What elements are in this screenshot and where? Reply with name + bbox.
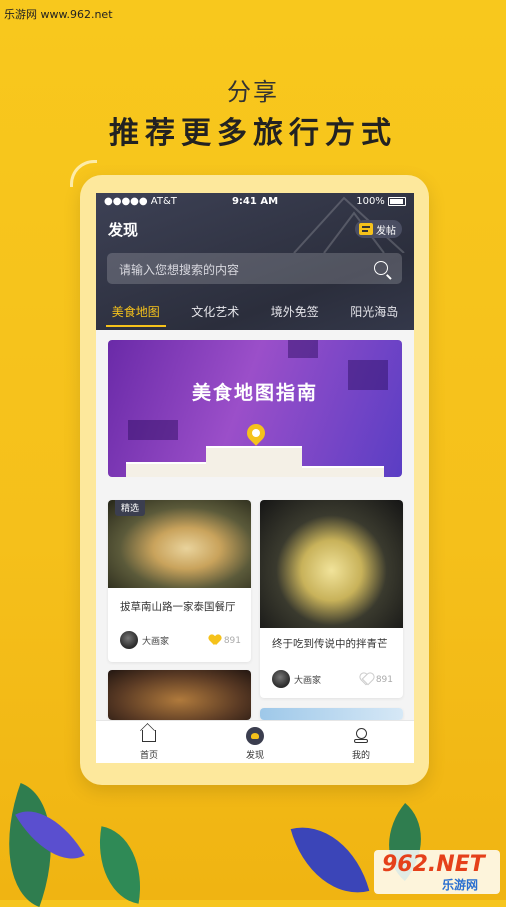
featured-badge: 精选 bbox=[115, 500, 146, 516]
profile-icon bbox=[354, 728, 368, 744]
tabbar-home[interactable]: 首页 bbox=[96, 721, 202, 763]
podium-center bbox=[206, 446, 302, 477]
tab-food-map[interactable]: 美食地图 bbox=[96, 303, 176, 329]
headline-big: 推荐更多旅行方式 bbox=[109, 116, 397, 151]
search-bar bbox=[107, 253, 402, 286]
heart-icon bbox=[361, 674, 373, 685]
bottom-tab-bar: 首页 发现 我的 bbox=[96, 720, 414, 763]
post-button[interactable]: 发帖 bbox=[355, 220, 402, 238]
tabbar-discover[interactable]: 发现 bbox=[202, 721, 308, 763]
battery-indicator: 100% bbox=[356, 196, 406, 207]
battery-icon bbox=[388, 196, 406, 206]
post-image bbox=[260, 708, 403, 720]
author-name: 大画家 bbox=[294, 675, 322, 686]
like-button[interactable]: 891 bbox=[361, 674, 393, 685]
search-icon[interactable] bbox=[374, 261, 388, 275]
podium-right bbox=[302, 466, 384, 477]
avatar bbox=[272, 670, 290, 688]
header: ●●●●● AT&T 9:41 AM 100% 发现 发帖 美食地图 文化艺术 … bbox=[96, 193, 414, 330]
post-card[interactable] bbox=[260, 708, 403, 720]
post-card[interactable]: 终于吃到传说中的拌青芒 大画家 891 bbox=[260, 500, 403, 698]
location-pin-icon bbox=[243, 420, 269, 446]
page-title: 发现 bbox=[108, 221, 139, 239]
author-name: 大画家 bbox=[142, 636, 170, 647]
search-input[interactable] bbox=[107, 253, 371, 286]
post-icon bbox=[359, 223, 373, 235]
post-image bbox=[260, 500, 403, 628]
headline-small: 分享 bbox=[227, 78, 279, 106]
like-count: 891 bbox=[223, 635, 241, 646]
banner-block bbox=[128, 420, 178, 440]
tabbar-profile[interactable]: 我的 bbox=[308, 721, 414, 763]
post-card[interactable]: 精选 拔草南山路一家泰国餐厅 大画家 891 bbox=[108, 500, 251, 662]
post-author[interactable]: 大画家 bbox=[272, 670, 321, 688]
category-tabs: 美食地图 文化艺术 境外免签 阳光海岛 bbox=[96, 303, 414, 329]
post-author[interactable]: 大画家 bbox=[120, 631, 169, 649]
post-button-label: 发帖 bbox=[376, 225, 396, 237]
banner-block bbox=[288, 340, 318, 358]
home-icon bbox=[142, 730, 156, 742]
tab-culture-art[interactable]: 文化艺术 bbox=[176, 303, 256, 329]
tab-visa-free[interactable]: 境外免签 bbox=[255, 303, 335, 329]
banner-title: 美食地图指南 bbox=[191, 382, 318, 404]
post-title: 拔草南山路一家泰国餐厅 bbox=[120, 601, 236, 613]
avatar bbox=[120, 631, 138, 649]
tab-sunny-island[interactable]: 阳光海岛 bbox=[335, 303, 415, 329]
food-map-banner[interactable]: 美食地图指南 bbox=[108, 340, 402, 477]
post-title: 终于吃到传说中的拌青芒 bbox=[272, 638, 388, 650]
battery-label: 100% bbox=[356, 196, 385, 207]
post-card[interactable] bbox=[108, 670, 251, 720]
status-bar: ●●●●● AT&T 9:41 AM 100% bbox=[96, 193, 414, 211]
tabbar-label: 我的 bbox=[351, 751, 370, 761]
podium-left bbox=[126, 462, 206, 477]
watermark-bottom: 962.NET 乐游网 bbox=[374, 850, 500, 894]
post-image bbox=[108, 670, 251, 720]
like-count: 891 bbox=[375, 674, 393, 685]
watermark-top: 乐游网 www.962.net bbox=[4, 8, 113, 21]
app-screen: ●●●●● AT&T 9:41 AM 100% 发现 发帖 美食地图 文化艺术 … bbox=[96, 193, 414, 763]
watermark-site-name: 乐游网 bbox=[442, 878, 479, 892]
like-button[interactable]: 891 bbox=[209, 635, 241, 646]
tabbar-label: 发现 bbox=[245, 751, 264, 761]
tabbar-label: 首页 bbox=[139, 751, 158, 761]
discover-icon bbox=[246, 727, 264, 745]
watermark-logo-text: 962.NET bbox=[382, 852, 485, 877]
heart-icon bbox=[209, 635, 221, 646]
